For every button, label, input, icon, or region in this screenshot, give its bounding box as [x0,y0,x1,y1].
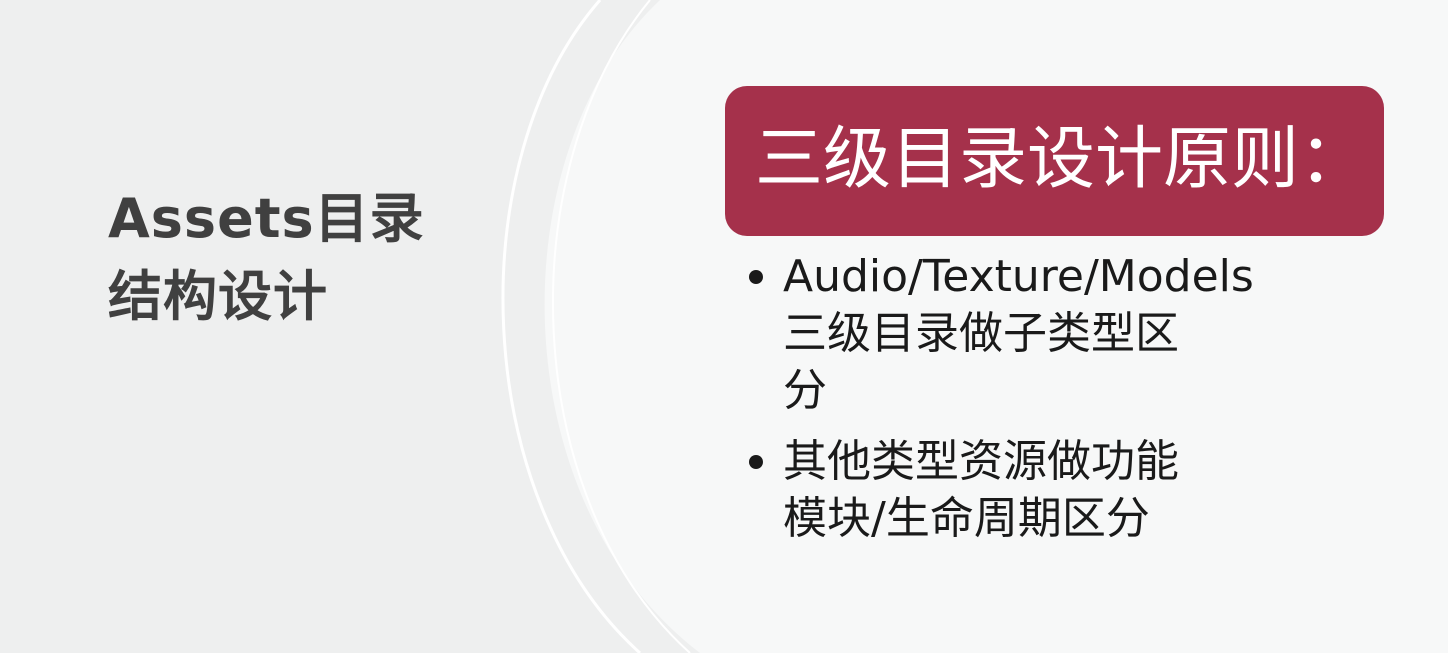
bullet-item: 其他类型资源做功能 模块/生命周期区分 [745,433,1365,547]
header-text: 三级目录设计原则： [755,120,1368,199]
bullet-text: 其他类型资源做功能 模块/生命周期区分 [783,433,1365,547]
bullet-line: 其他类型资源做功能 [783,436,1179,487]
bullet-dot-icon [749,455,763,469]
section-title: Assets目录 结构设计 [108,180,488,336]
bullet-line: 三级目录做子类型区 [783,308,1179,359]
bullet-line: Audio/Texture/Models [783,251,1254,302]
bullet-list: Audio/Texture/Models 三级目录做子类型区 分 其他类型资源做… [745,248,1365,561]
section-title-line-2: 结构设计 [108,265,328,328]
bullet-text: Audio/Texture/Models 三级目录做子类型区 分 [783,248,1365,419]
bullet-line: 模块/生命周期区分 [783,493,1150,544]
section-title-line-1: Assets目录 [108,187,425,250]
header-box: 三级目录设计原则： [725,86,1384,236]
bullet-item: Audio/Texture/Models 三级目录做子类型区 分 [745,248,1365,419]
bullet-line: 分 [783,365,827,416]
slide: Assets目录 结构设计 三级目录设计原则： Audio/Texture/Mo… [0,0,1448,653]
bullet-dot-icon [749,270,763,284]
